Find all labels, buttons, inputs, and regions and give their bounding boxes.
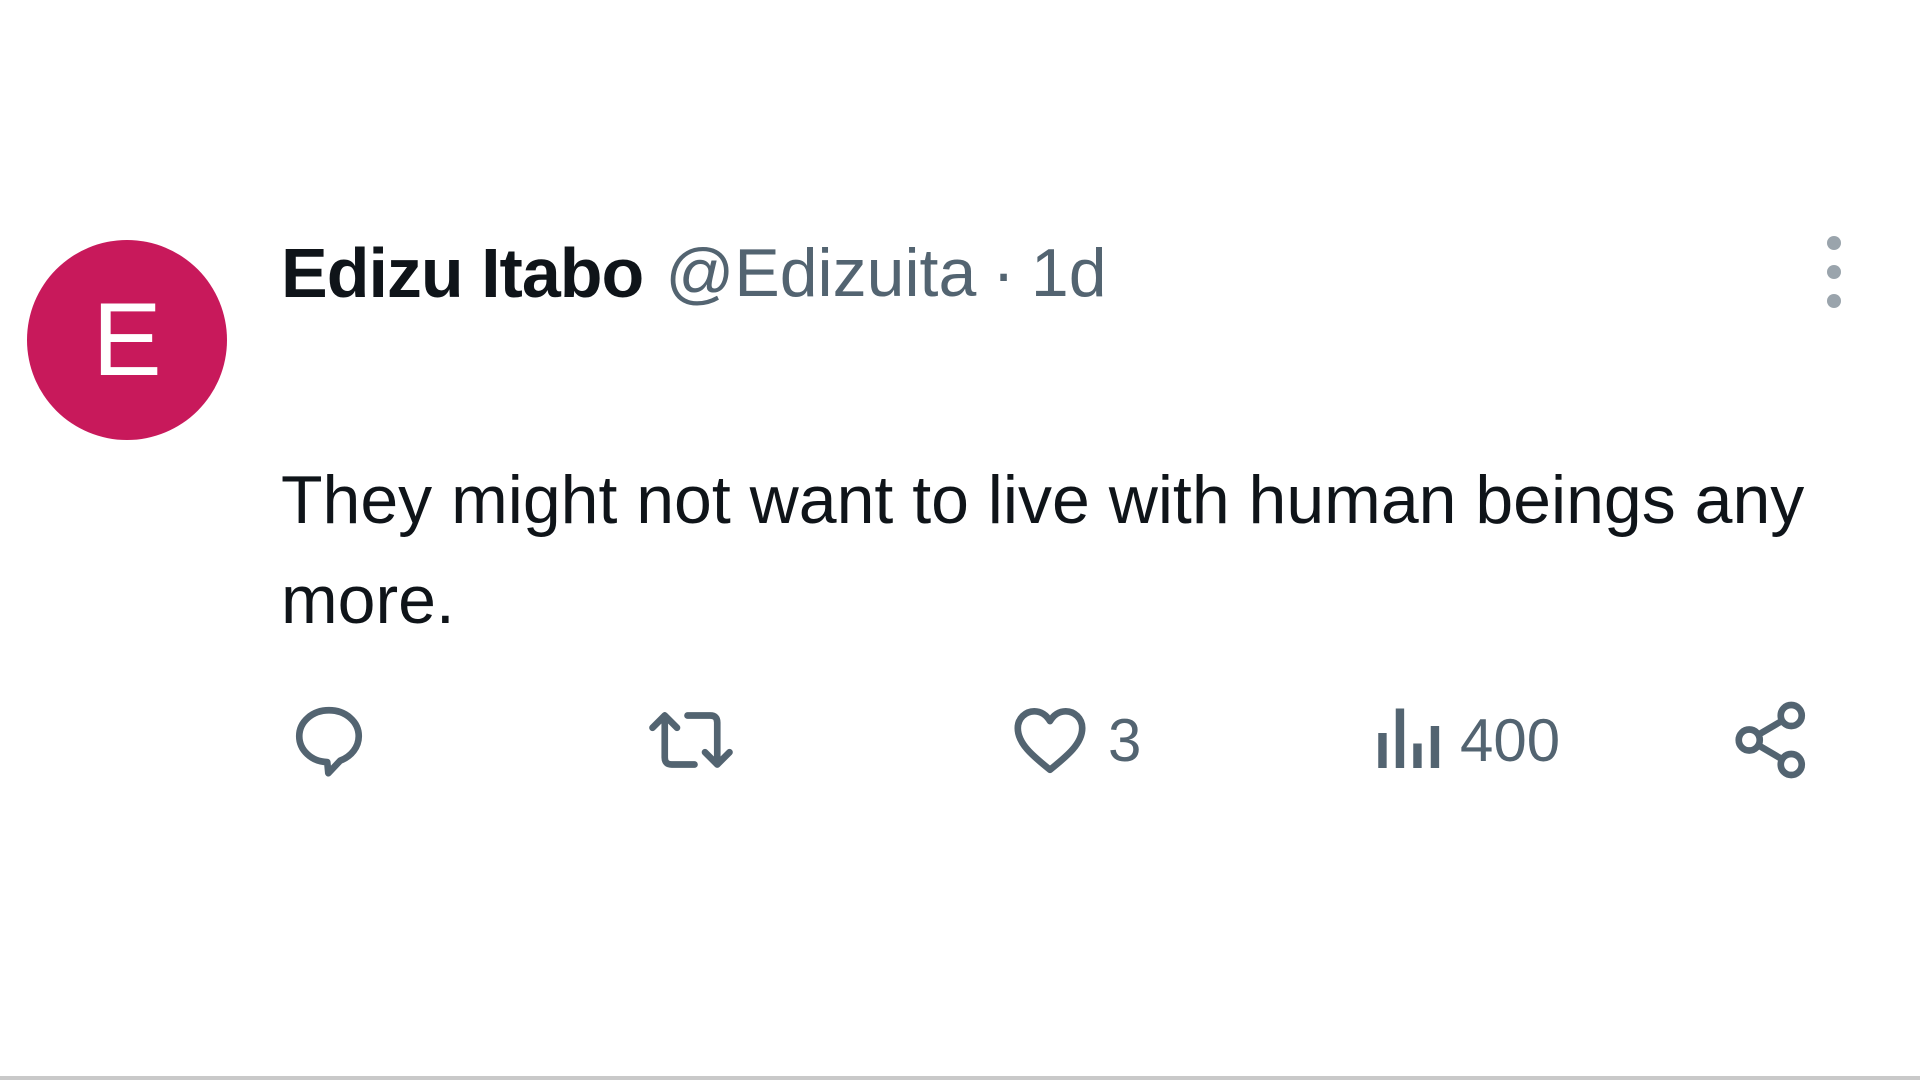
more-options-button[interactable] xyxy=(1812,236,1856,308)
tweet-card: E Edizu Itabo @Edizuita · 1d They might … xyxy=(0,0,1920,1080)
retweet-button[interactable] xyxy=(645,690,737,790)
more-dot xyxy=(1827,236,1841,250)
tweet-timestamp[interactable]: 1d xyxy=(1031,234,1107,312)
avatar-initial: E xyxy=(92,282,162,398)
more-dot xyxy=(1827,265,1841,279)
more-dot xyxy=(1827,294,1841,308)
reply-button[interactable] xyxy=(287,690,371,790)
views-count: 400 xyxy=(1460,706,1561,774)
heart-icon xyxy=(1014,707,1086,774)
views-button[interactable]: 400 xyxy=(1372,690,1560,790)
tweet-header: Edizu Itabo @Edizuita · 1d xyxy=(281,232,1107,314)
avatar[interactable]: E xyxy=(27,240,227,440)
user-handle[interactable]: @Edizuita xyxy=(665,234,976,312)
header-separator: · xyxy=(992,235,1015,311)
views-icon xyxy=(1378,708,1440,768)
tweet-actions: 3 400 xyxy=(0,690,1920,790)
bottom-divider xyxy=(0,1076,1920,1080)
like-button[interactable]: 3 xyxy=(1008,690,1141,790)
retweet-icon xyxy=(649,712,733,768)
display-name[interactable]: Edizu Itabo xyxy=(281,233,644,313)
share-button[interactable] xyxy=(1730,690,1814,790)
tweet-text: They might not want to live with human b… xyxy=(281,462,1805,638)
like-count: 3 xyxy=(1108,706,1142,774)
share-icon xyxy=(1735,701,1806,779)
reply-icon xyxy=(295,706,363,777)
